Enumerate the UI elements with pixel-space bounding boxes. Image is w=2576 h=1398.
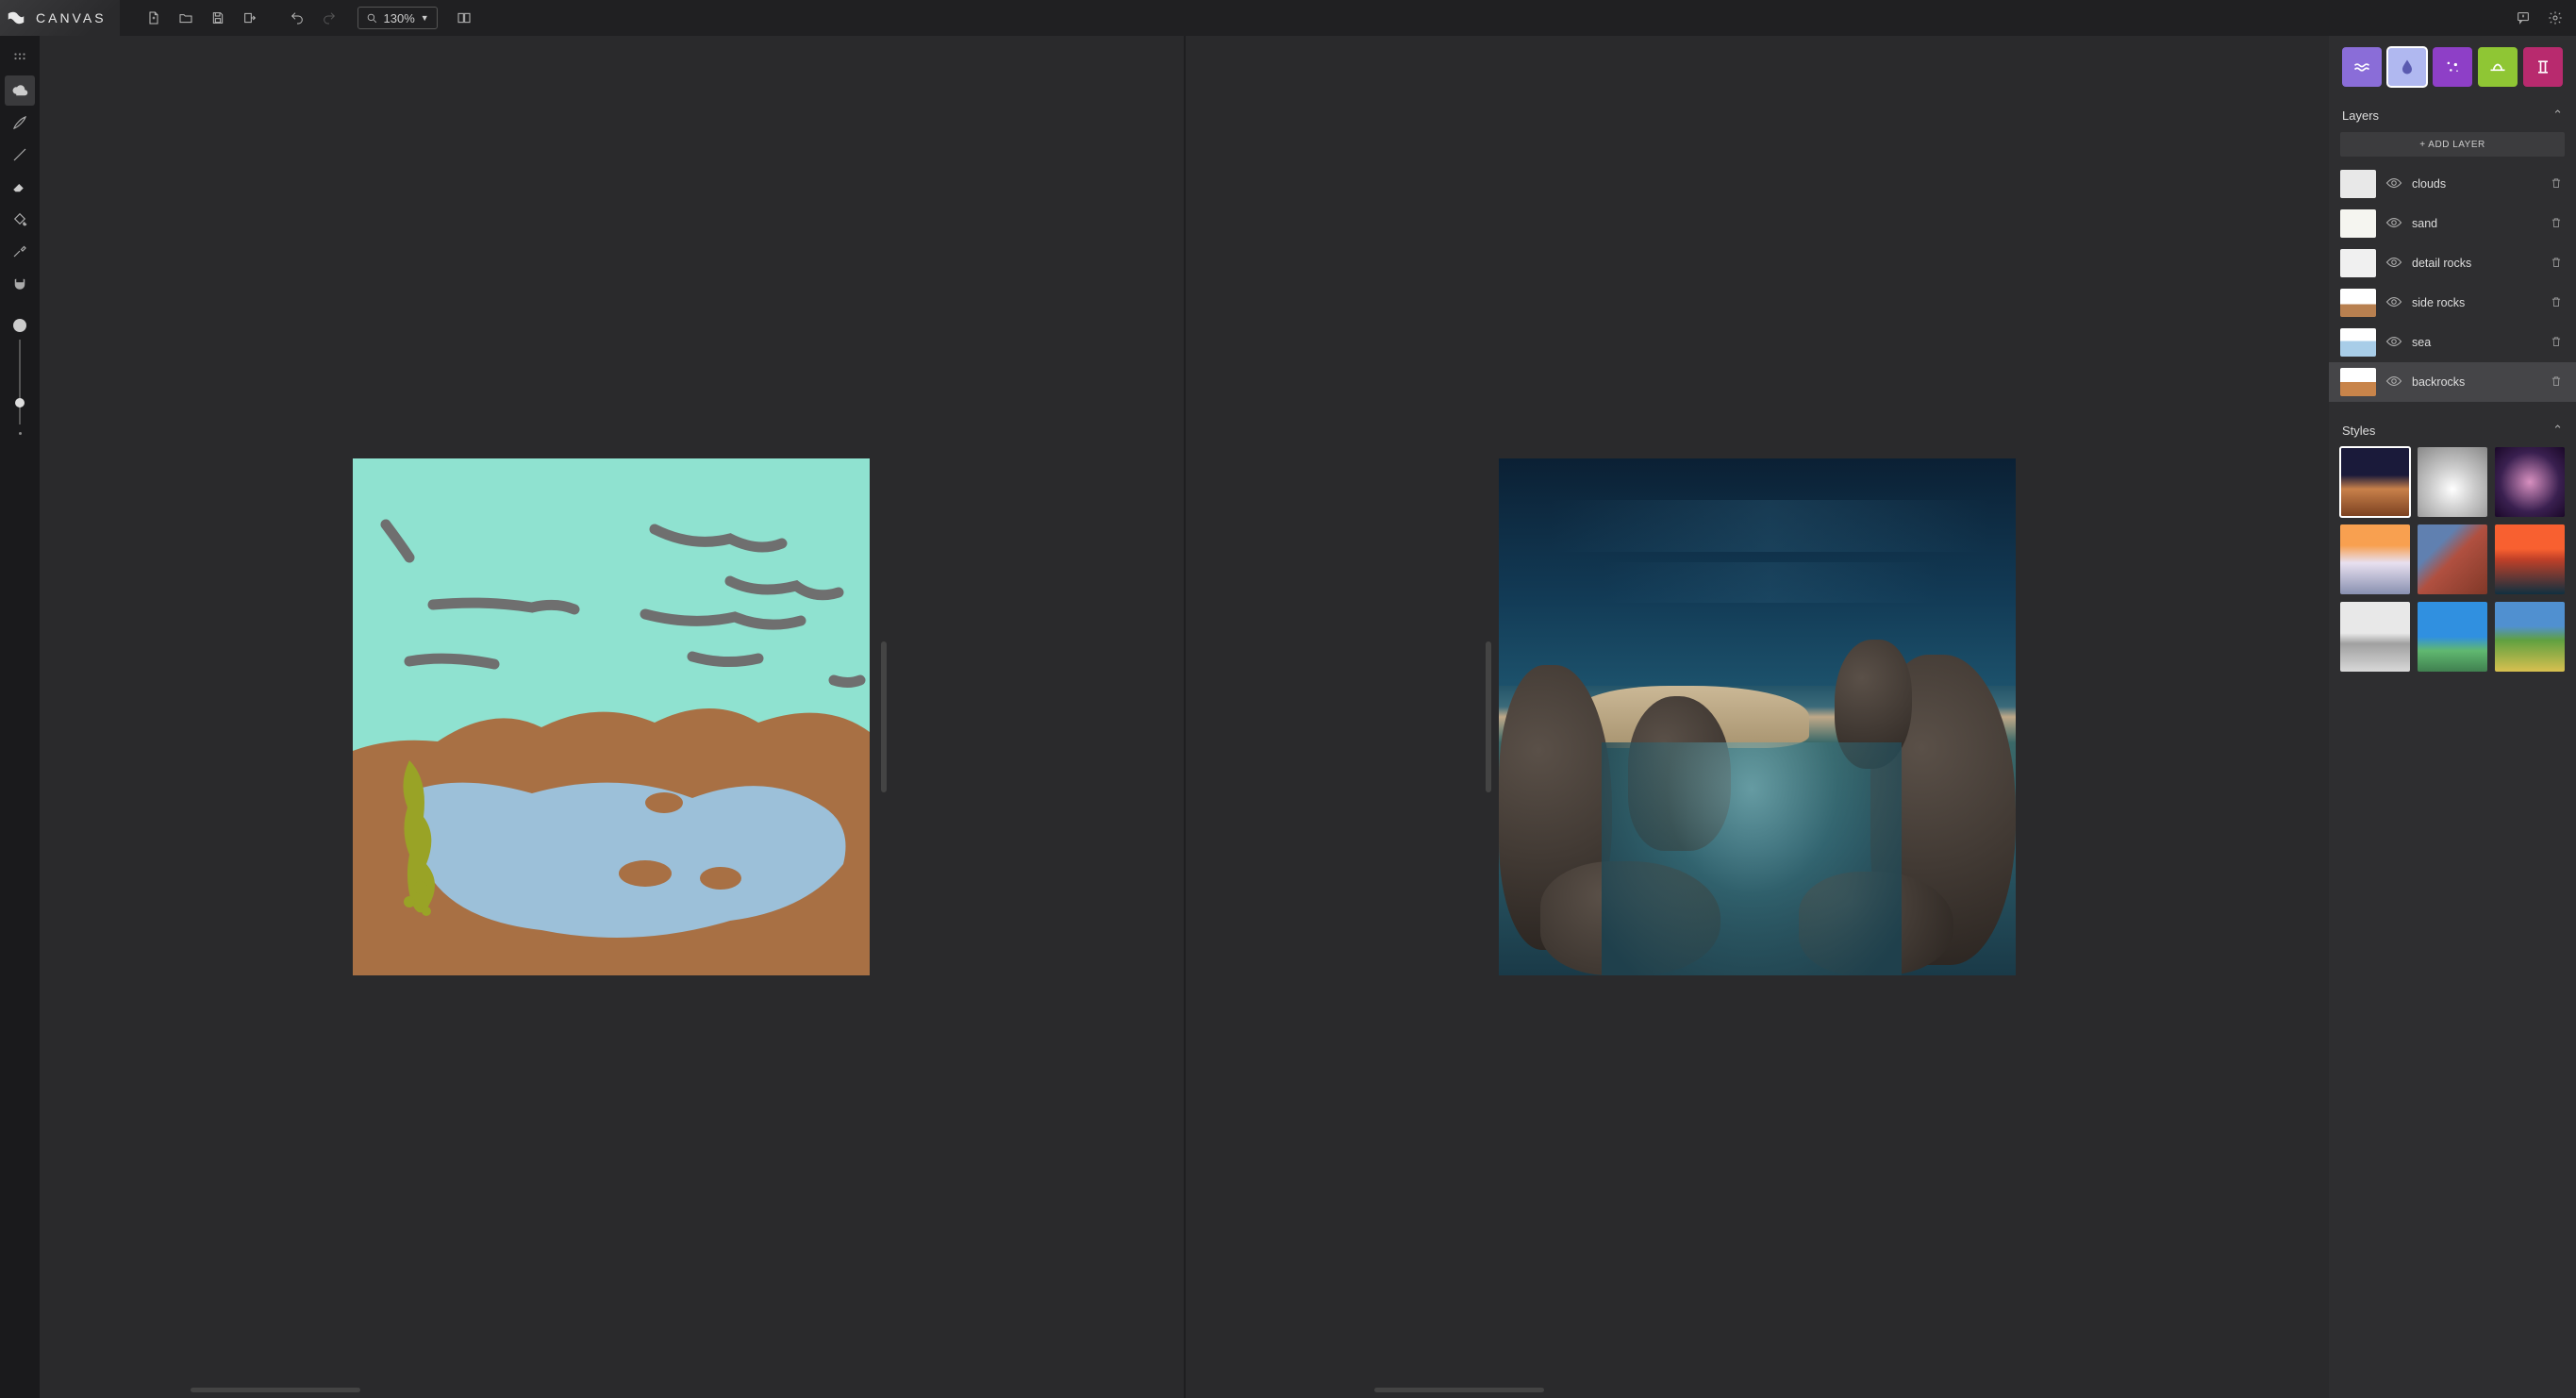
layer-row-sand[interactable]: sand [2329, 204, 2576, 243]
pan-tool[interactable] [5, 268, 35, 298]
layer-row-side-rocks[interactable]: side rocks [2329, 283, 2576, 323]
compare-view-button[interactable] [451, 5, 477, 31]
cloud-brush-tool[interactable] [5, 75, 35, 106]
style-canyon-night[interactable] [2340, 447, 2410, 517]
delete-layer-icon[interactable] [2550, 255, 2565, 273]
layer-thumb-icon [2340, 368, 2376, 396]
style-arch-stars[interactable] [2495, 447, 2565, 517]
layer-name-label: side rocks [2412, 296, 2540, 309]
workspace [40, 36, 2329, 1398]
layer-row-backrocks[interactable]: backrocks [2329, 362, 2576, 402]
material-swatches [2329, 36, 2576, 98]
nvidia-logo-icon [6, 8, 26, 28]
dropdown-caret-icon: ▼ [421, 13, 429, 23]
styles-grid [2329, 447, 2576, 687]
save-file-button[interactable] [205, 5, 231, 31]
material-building[interactable] [2523, 47, 2563, 87]
layer-row-detail-rocks[interactable]: detail rocks [2329, 243, 2576, 283]
visibility-toggle-icon[interactable] [2385, 336, 2402, 350]
eyedropper-tool[interactable] [5, 236, 35, 266]
export-button[interactable] [237, 5, 263, 31]
feedback-button[interactable] [2510, 5, 2536, 31]
delete-layer-icon[interactable] [2550, 175, 2565, 193]
style-sunset-fog[interactable] [2340, 524, 2410, 594]
layer-thumb-icon [2340, 249, 2376, 277]
scrollbar-horizontal-right[interactable] [1374, 1388, 1544, 1392]
material-water[interactable] [2342, 47, 2382, 87]
brand-block: CANVAS [0, 0, 120, 36]
scrollbar-horizontal-left[interactable] [191, 1388, 360, 1392]
style-snow-mountain[interactable] [2340, 602, 2410, 672]
layer-name-label: detail rocks [2412, 257, 2540, 270]
layer-name-label: clouds [2412, 177, 2540, 191]
add-layer-button[interactable]: + ADD LAYER [2340, 132, 2565, 157]
redo-button[interactable] [316, 5, 342, 31]
brush-min-icon [19, 432, 22, 435]
zoom-value: 130% [384, 11, 415, 25]
eraser-tool[interactable] [5, 172, 35, 202]
grid-tool-icon[interactable] [5, 43, 35, 74]
delete-layer-icon[interactable] [2550, 334, 2565, 352]
app-title: CANVAS [36, 10, 107, 25]
material-stars[interactable] [2433, 47, 2472, 87]
visibility-toggle-icon[interactable] [2385, 375, 2402, 390]
style-clouds[interactable] [2418, 447, 2487, 517]
delete-layer-icon[interactable] [2550, 374, 2565, 391]
brush-size-track[interactable] [19, 340, 21, 424]
material-fog[interactable] [2387, 47, 2427, 87]
layer-name-label: sea [2412, 336, 2540, 349]
collapse-styles-icon[interactable]: ⌃ [2552, 423, 2563, 438]
style-ocean-sunset[interactable] [2495, 524, 2565, 594]
output-canvas[interactable] [1499, 458, 2016, 975]
layer-row-sea[interactable]: sea [2329, 323, 2576, 362]
style-green-hills[interactable] [2495, 602, 2565, 672]
styles-title: Styles [2342, 424, 2375, 438]
layer-thumb-icon [2340, 328, 2376, 357]
scrollbar-vertical[interactable] [881, 641, 887, 792]
layers-header: Layers ⌃ [2329, 98, 2576, 132]
brush-tool[interactable] [5, 108, 35, 138]
segmentation-canvas[interactable] [353, 458, 870, 975]
layer-name-label: sand [2412, 217, 2540, 230]
segmentation-canvas-pane [40, 36, 1184, 1398]
new-file-button[interactable] [141, 5, 167, 31]
visibility-toggle-icon[interactable] [2385, 177, 2402, 191]
delete-layer-icon[interactable] [2550, 294, 2565, 312]
brush-size-preview-icon [13, 319, 26, 332]
visibility-toggle-icon[interactable] [2385, 296, 2402, 310]
collapse-layers-icon[interactable]: ⌃ [2552, 108, 2563, 123]
layer-name-label: backrocks [2412, 375, 2540, 389]
top-toolbar: CANVAS 130% ▼ [0, 0, 2576, 36]
delete-layer-icon[interactable] [2550, 215, 2565, 233]
visibility-toggle-icon[interactable] [2385, 257, 2402, 271]
style-blue-sky-lake[interactable] [2418, 602, 2487, 672]
zoom-dropdown[interactable]: 130% ▼ [357, 7, 438, 29]
layer-thumb-icon [2340, 289, 2376, 317]
visibility-toggle-icon[interactable] [2385, 217, 2402, 231]
right-panel: Layers ⌃ + ADD LAYER clouds sand detail ro… [2329, 36, 2576, 1398]
styles-header: Styles ⌃ [2329, 413, 2576, 447]
line-tool[interactable] [5, 140, 35, 170]
output-canvas-pane [1186, 36, 2330, 1398]
layers-list: clouds sand detail rocks side rocks sea backr… [2329, 164, 2576, 402]
scrollbar-vertical[interactable] [1486, 641, 1491, 792]
style-red-peak[interactable] [2418, 524, 2487, 594]
settings-button[interactable] [2542, 5, 2568, 31]
layer-thumb-icon [2340, 170, 2376, 198]
material-mountain[interactable] [2478, 47, 2518, 87]
layers-title: Layers [2342, 108, 2379, 123]
undo-button[interactable] [284, 5, 310, 31]
layer-row-clouds[interactable]: clouds [2329, 164, 2576, 204]
layer-thumb-icon [2340, 209, 2376, 238]
open-file-button[interactable] [173, 5, 199, 31]
left-toolbar [0, 36, 40, 1398]
fill-tool[interactable] [5, 204, 35, 234]
brush-size-slider[interactable] [13, 319, 26, 435]
